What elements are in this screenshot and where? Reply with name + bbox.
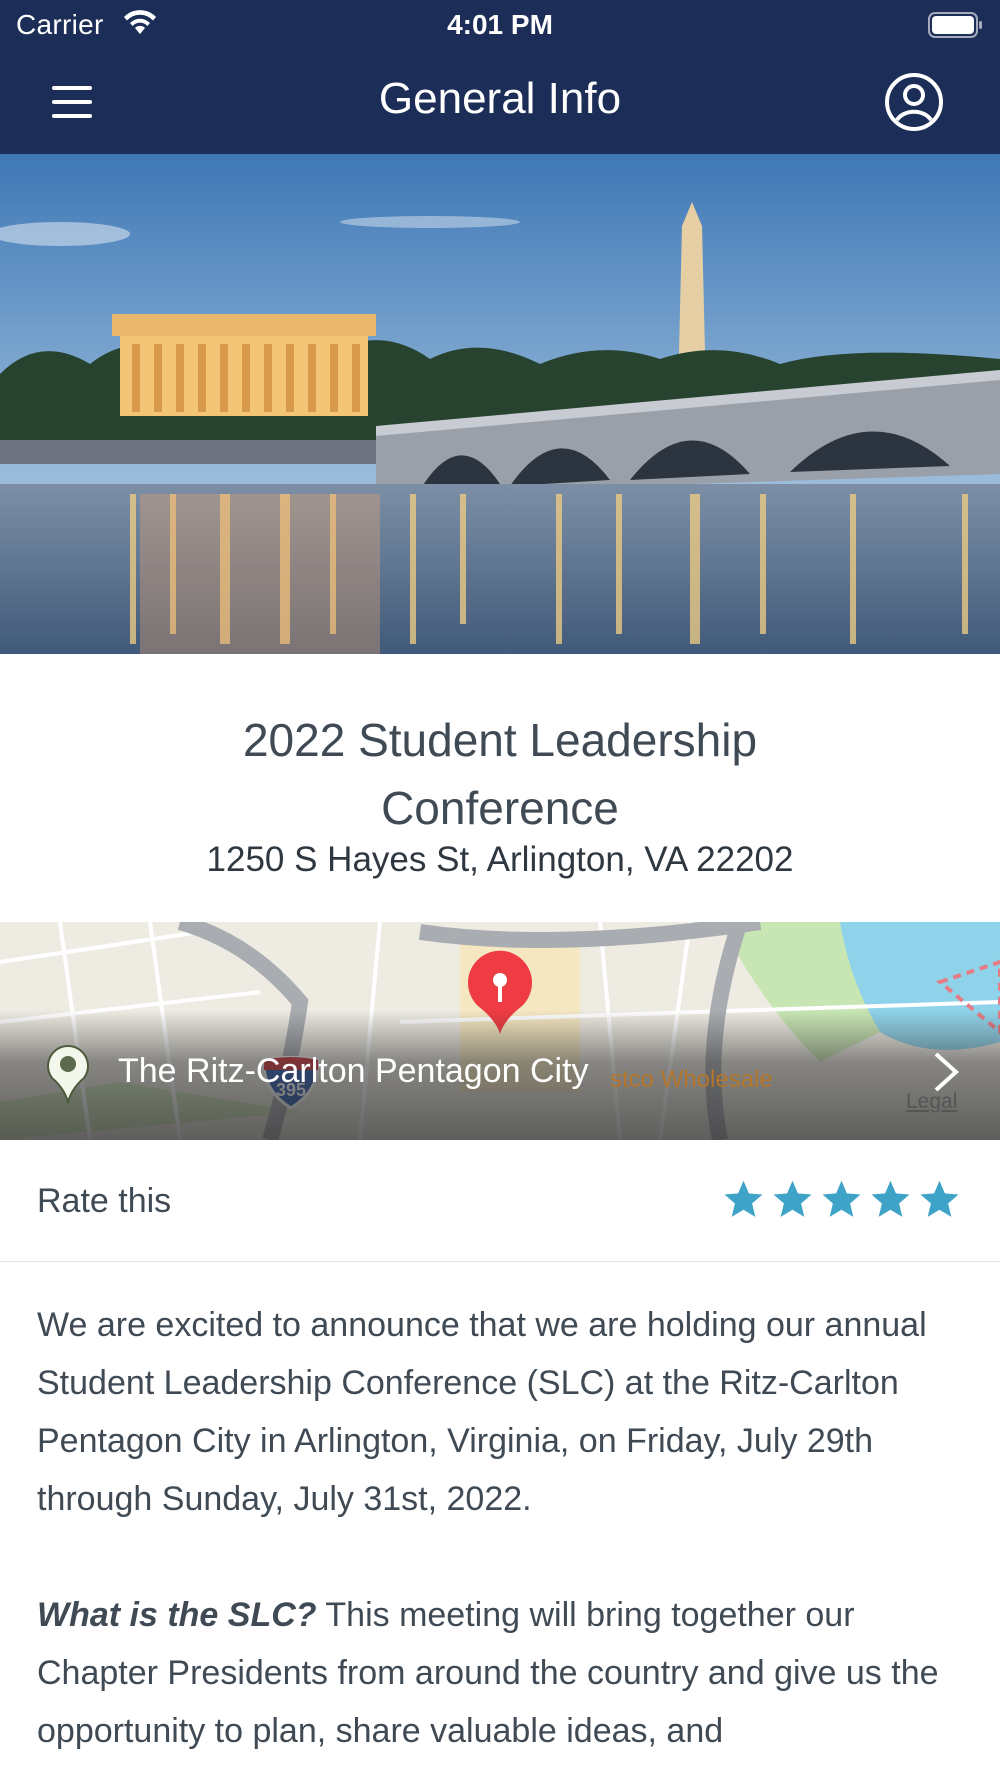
star-icon[interactable]	[918, 1178, 961, 1221]
event-header: 2022 Student Leadership Conference 1250 …	[0, 654, 1000, 922]
description-paragraph: What is the SLC? This meeting will bring…	[37, 1586, 967, 1760]
star-icon[interactable]	[869, 1178, 912, 1221]
star-rating[interactable]	[722, 1178, 961, 1221]
star-icon[interactable]	[771, 1178, 814, 1221]
rate-label: Rate this	[37, 1182, 172, 1220]
venue-map[interactable]: 395 stco Wholesale The Ritz-Carlton Pent…	[0, 922, 1000, 1140]
map-legal-link[interactable]: Legal	[906, 1090, 957, 1114]
user-profile-icon[interactable]	[884, 72, 944, 132]
rating-row: Rate this	[0, 1140, 1000, 1262]
location-pin-icon	[47, 1045, 89, 1104]
description-question: What is the SLC?	[37, 1596, 317, 1634]
star-icon[interactable]	[722, 1178, 765, 1221]
clock: 4:01 PM	[447, 9, 553, 40]
hero-image	[0, 154, 1000, 654]
page-title: General Info	[378, 74, 622, 123]
navigation-bar: Carrier 4:01 PM General Info	[0, 0, 1000, 154]
map-poi-label: stco Wholesale	[610, 1066, 773, 1093]
venue-name[interactable]: The Ritz-Carlton Pentagon City	[118, 1052, 589, 1091]
event-address: 1250 S Hayes St, Arlington, VA 22202	[206, 840, 794, 879]
star-icon[interactable]	[820, 1178, 863, 1221]
event-description: We are excited to announce that we are h…	[37, 1296, 967, 1778]
event-title: 2022 Student Leadership Conference	[242, 714, 758, 834]
status-bar: Carrier 4:01 PM	[0, 0, 1000, 52]
description-paragraph: We are excited to announce that we are h…	[37, 1306, 927, 1518]
battery-icon	[928, 12, 982, 38]
chevron-right-icon[interactable]	[930, 1050, 960, 1094]
